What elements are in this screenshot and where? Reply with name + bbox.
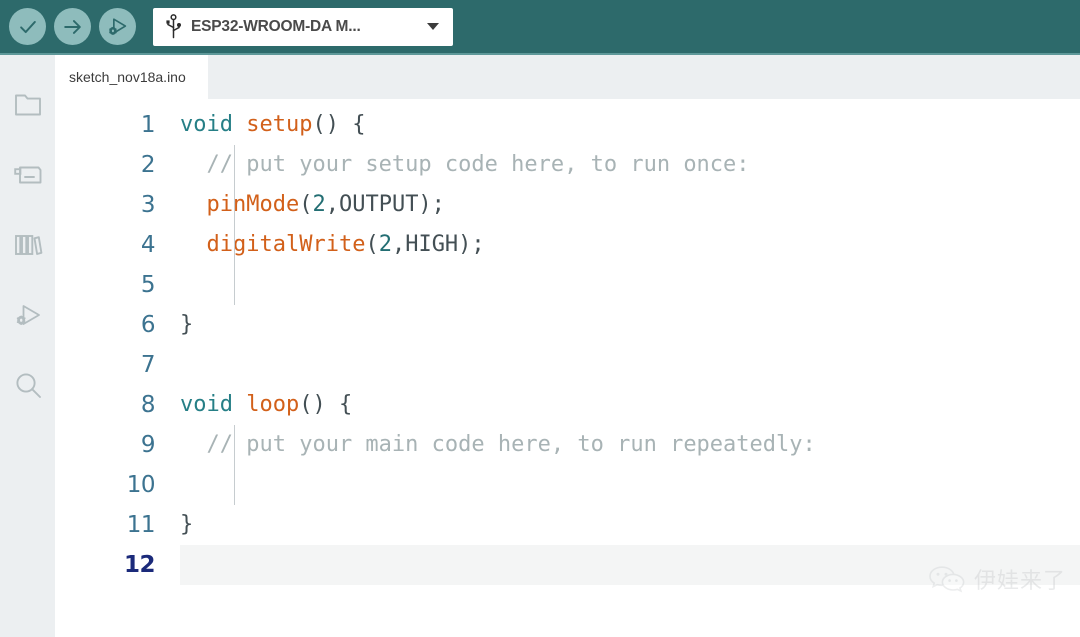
- sidebar-item-debug[interactable]: [0, 280, 55, 350]
- code-line[interactable]: 5: [55, 265, 1080, 305]
- editor-column: sketch_nov18a.ino 1 void setup() {2 // pu…: [55, 55, 1080, 637]
- library-books-icon: [14, 235, 42, 255]
- code-line-content: [180, 345, 1080, 385]
- line-number: 11: [126, 512, 156, 538]
- tab-bar-filler: [208, 55, 1080, 99]
- line-number: 5: [140, 272, 156, 298]
- boards-manager-icon: [13, 166, 41, 184]
- token-kw: void: [180, 392, 233, 417]
- code-line[interactable]: 3 pinMode(2,OUTPUT);: [55, 185, 1080, 225]
- code-line[interactable]: 2 // put your setup code here, to run on…: [55, 145, 1080, 185]
- code-line-content: [180, 265, 1080, 305]
- code-line-content: void setup() {: [180, 105, 1080, 145]
- line-number: 7: [140, 352, 156, 378]
- checkmark-icon: [19, 20, 36, 33]
- token-num: 2: [378, 232, 392, 257]
- upload-button[interactable]: [54, 8, 91, 45]
- code-line[interactable]: 12: [55, 545, 1080, 585]
- board-selector-value: ESP32-WROOM-DA M...: [191, 17, 361, 35]
- line-number: 1: [140, 112, 156, 138]
- sidebar-item-sketchbook[interactable]: [0, 70, 55, 140]
- token-com: // put your setup code here, to run once…: [180, 152, 750, 177]
- sidebar-item-library-manager[interactable]: [0, 210, 55, 280]
- code-line-content: }: [180, 505, 1080, 545]
- code-line[interactable]: 4 digitalWrite(2,HIGH);: [55, 225, 1080, 265]
- line-number: 9: [140, 432, 156, 458]
- code-line[interactable]: 6}: [55, 305, 1080, 345]
- line-number: 12: [55, 545, 180, 585]
- activity-bar: [0, 55, 55, 637]
- code-line-content: // put your main code here, to run repea…: [180, 425, 1080, 465]
- token-pl: ,HIGH);: [391, 232, 485, 257]
- token-pl: }: [180, 312, 194, 337]
- line-number: 2: [140, 152, 156, 178]
- debug-button[interactable]: [99, 8, 136, 45]
- code-line[interactable]: 10: [55, 465, 1080, 505]
- chevron-down-icon: [427, 23, 439, 30]
- token-pl: ,OUTPUT);: [325, 192, 445, 217]
- line-number: 4: [140, 232, 156, 258]
- code-line[interactable]: 1 void setup() {: [55, 105, 1080, 145]
- code-line-content: // put your setup code here, to run once…: [180, 145, 1080, 185]
- token-fn: digitalWrite: [206, 232, 366, 257]
- token-pl: }: [180, 512, 194, 537]
- code-tokens: // put your main code here, to run repea…: [180, 425, 816, 465]
- line-number: 3: [140, 192, 156, 218]
- code-line[interactable]: 7: [55, 345, 1080, 385]
- code-tokens: }: [180, 505, 193, 545]
- search-icon: [15, 373, 41, 398]
- code-tokens: digitalWrite(2,HIGH);: [180, 225, 485, 265]
- tab-sketch-file[interactable]: sketch_nov18a.ino: [55, 55, 208, 99]
- code-editor[interactable]: 1 void setup() {2 // put your setup code …: [55, 99, 1080, 637]
- code-tokens: pinMode(2,OUTPUT);: [180, 185, 445, 225]
- sidebar-item-search[interactable]: [0, 350, 55, 420]
- editor-tab-bar: sketch_nov18a.ino: [55, 55, 1080, 99]
- main-toolbar: ESP32-WROOM-DA M...: [0, 0, 1080, 55]
- debug-play-bug-icon: [16, 305, 40, 325]
- tab-label: sketch_nov18a.ino: [69, 69, 186, 85]
- code-line[interactable]: 9 // put your main code here, to run rep…: [55, 425, 1080, 465]
- token-pl: () {: [299, 392, 353, 417]
- indent-guide: [234, 145, 235, 305]
- verify-button[interactable]: [9, 8, 46, 45]
- line-number: 6: [140, 312, 156, 338]
- sidebar-item-boards-manager[interactable]: [0, 140, 55, 210]
- arrow-right-icon: [63, 19, 81, 34]
- token-kw: void: [180, 112, 233, 137]
- code-lines: 1 void setup() {2 // put your setup code …: [55, 99, 1080, 585]
- code-line[interactable]: 11}: [55, 505, 1080, 545]
- token-pl: (: [299, 192, 313, 217]
- token-fn: pinMode: [206, 192, 300, 217]
- token-com: // put your main code here, to run repea…: [180, 432, 816, 457]
- token-num: 2: [312, 192, 326, 217]
- code-line-content: [180, 465, 1080, 505]
- arduino-ide-window: ESP32-WROOM-DA M... sketch_nov18a.ino 1 …: [0, 0, 1080, 637]
- code-tokens: }: [180, 305, 193, 345]
- code-tokens: // put your setup code here, to run once…: [180, 145, 750, 185]
- board-selector[interactable]: ESP32-WROOM-DA M...: [153, 7, 453, 46]
- token-fn: loop: [246, 392, 300, 417]
- code-tokens: void setup() {: [180, 105, 365, 145]
- code-line-content: pinMode(2,OUTPUT);: [180, 185, 1080, 225]
- code-tokens: void loop() {: [180, 385, 352, 425]
- usb-icon: [166, 13, 181, 38]
- code-line-content: digitalWrite(2,HIGH);: [180, 225, 1080, 265]
- workbench-body: sketch_nov18a.ino 1 void setup() {2 // pu…: [0, 55, 1080, 637]
- token-pl: () {: [312, 112, 366, 137]
- token-fn: setup: [246, 112, 313, 137]
- folder-icon: [14, 94, 41, 116]
- code-line-content: }: [180, 305, 1080, 345]
- indent-guide: [234, 425, 235, 505]
- token-pl: (: [365, 232, 379, 257]
- line-number: 10: [126, 472, 156, 498]
- debug-play-bug-icon: [108, 17, 126, 35]
- code-line-content: void loop() {: [180, 385, 1080, 425]
- code-line-content: [180, 545, 1080, 585]
- line-number: 8: [140, 392, 156, 418]
- code-line[interactable]: 8 void loop() {: [55, 385, 1080, 425]
